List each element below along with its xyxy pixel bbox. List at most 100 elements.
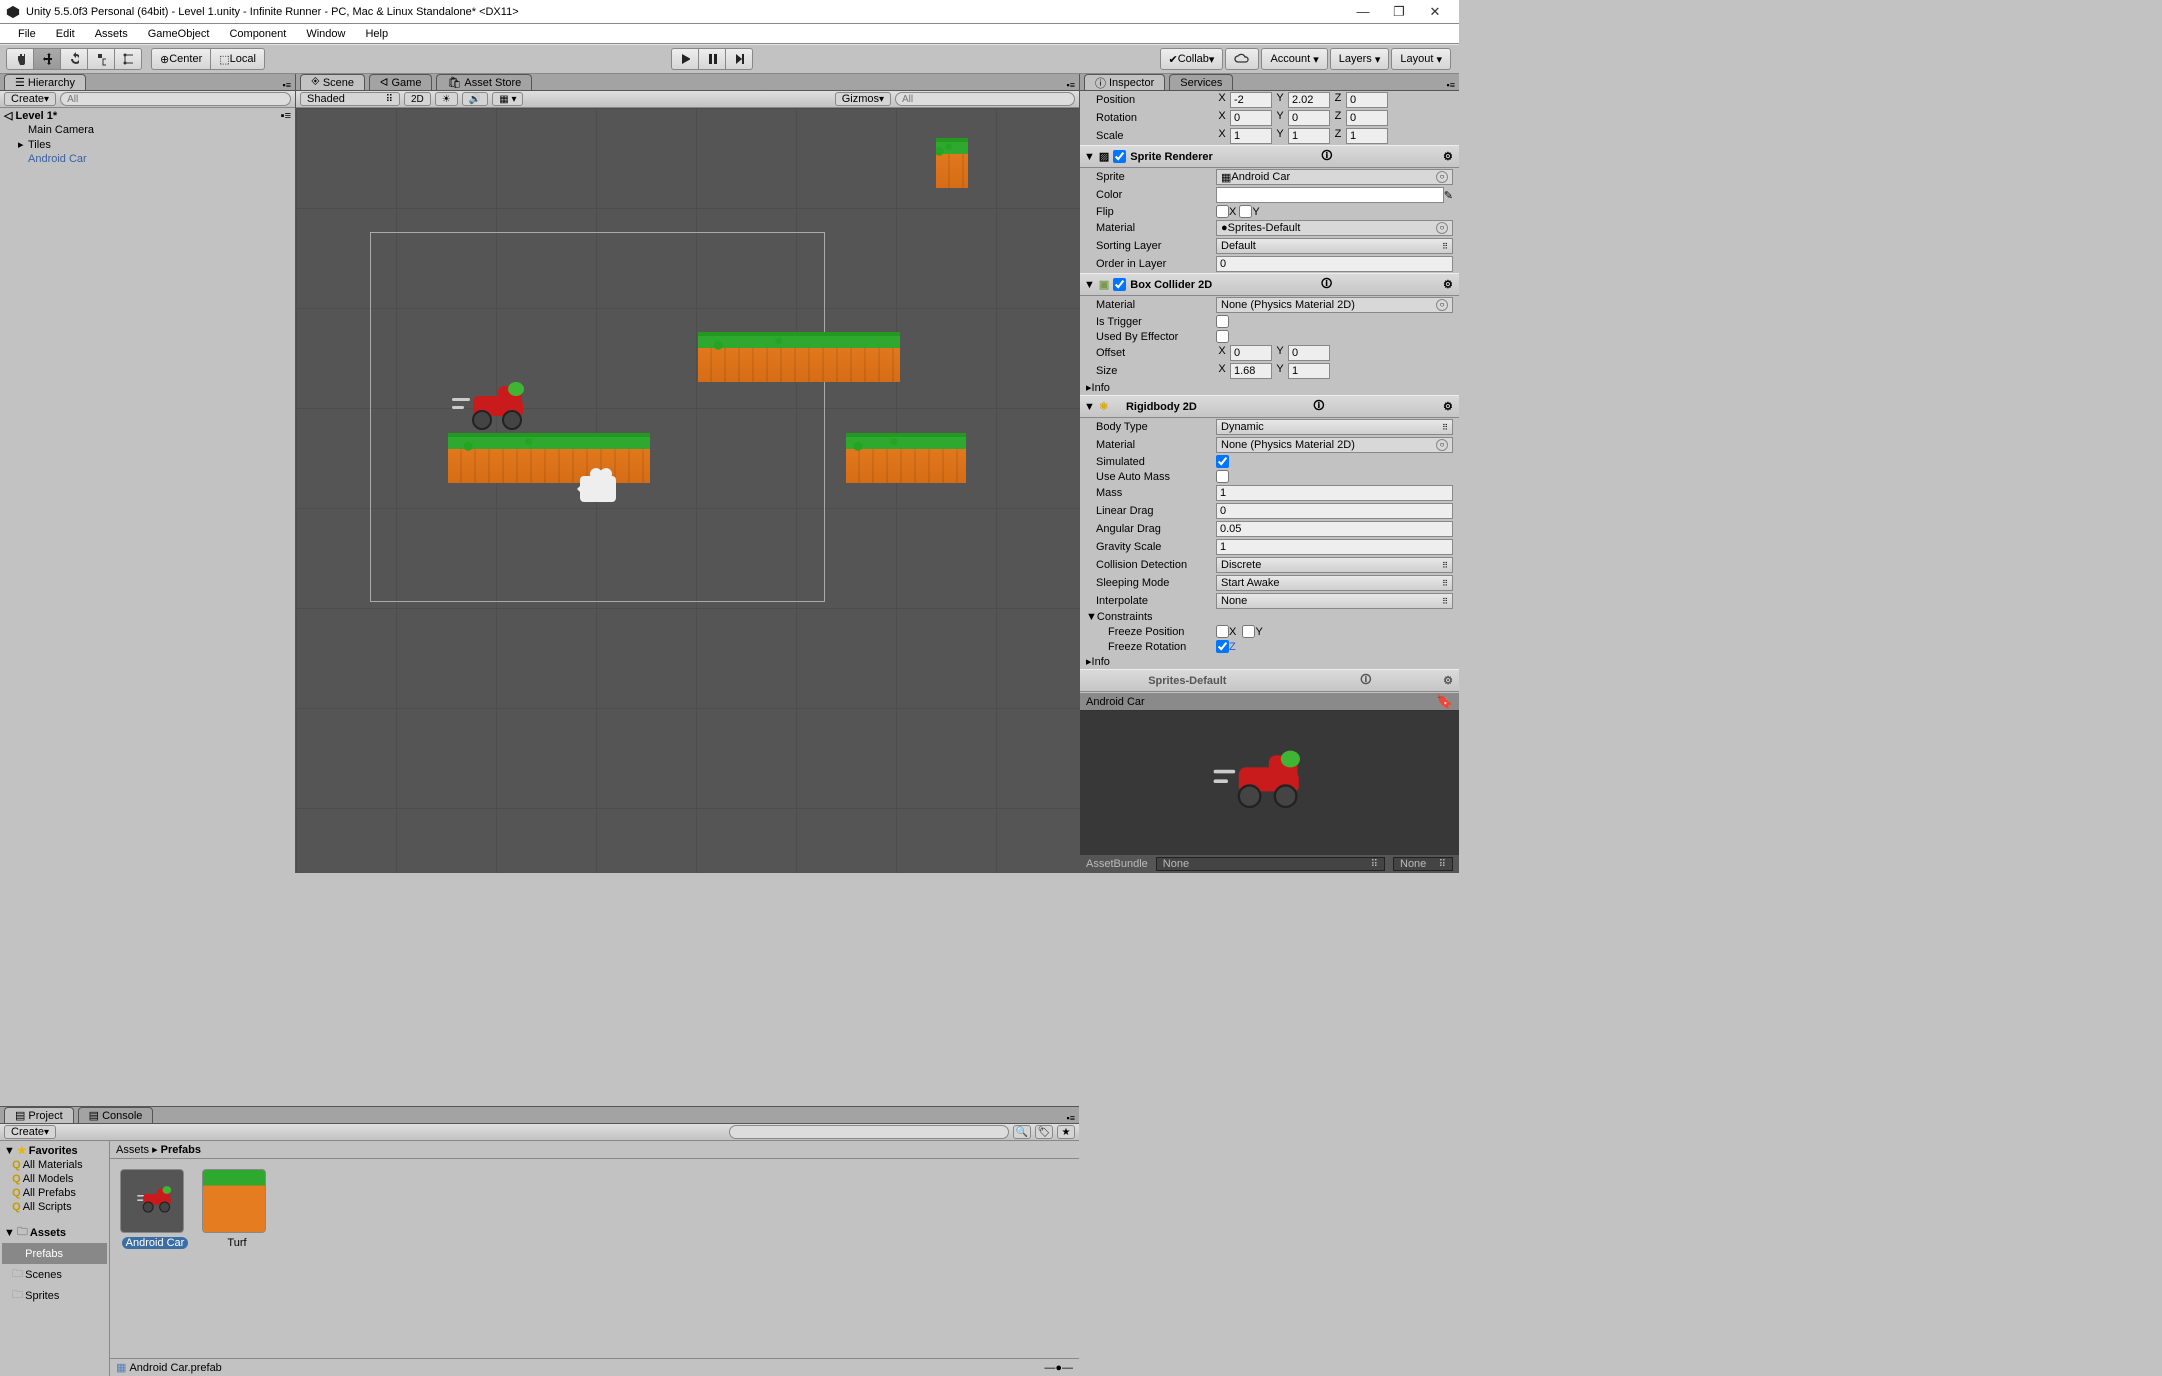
menu-file[interactable]: File — [8, 26, 46, 42]
help-icon[interactable]: 🛈 — [1320, 147, 1334, 166]
gear-icon[interactable]: ⚙ — [1441, 400, 1455, 413]
scale-tool[interactable] — [87, 48, 115, 70]
assetbundle-variant[interactable]: None ⠿ — [1393, 857, 1453, 871]
constraints-foldout[interactable]: ▼ Constraints — [1080, 610, 1459, 624]
object-picker-icon[interactable]: ○ — [1436, 439, 1448, 451]
breadcrumb-folder[interactable]: Prefabs — [161, 1144, 201, 1156]
scene-lighting-toggle[interactable]: ☀ — [435, 92, 458, 106]
hierarchy-item-main-camera[interactable]: Main Camera — [0, 123, 295, 137]
tab-hierarchy[interactable]: ☰ Hierarchy — [4, 74, 86, 90]
box-collider-header[interactable]: ▼ ▣ Box Collider 2D🛈⚙ — [1080, 273, 1459, 296]
tab-asset-store[interactable]: 🛍 Asset Store — [436, 74, 532, 90]
mass-field[interactable] — [1216, 485, 1453, 501]
gravity-scale-field[interactable] — [1216, 539, 1453, 555]
turf-tile[interactable] — [698, 332, 900, 382]
size-x[interactable] — [1230, 363, 1272, 379]
tab-scene[interactable]: 🞚 Scene — [300, 74, 365, 90]
layout-dropdown[interactable]: Layout ▾ — [1391, 48, 1451, 70]
position-z[interactable] — [1346, 92, 1388, 108]
android-car-sprite[interactable] — [458, 386, 540, 432]
sorting-layer-dropdown[interactable]: Default — [1216, 238, 1453, 254]
pivot-local[interactable]: ⬚ Local — [210, 48, 265, 70]
folder-prefabs[interactable]: 🗀 Prefabs — [2, 1243, 107, 1264]
menu-assets[interactable]: Assets — [85, 26, 138, 42]
folder-scenes[interactable]: 🗀 Scenes — [2, 1264, 107, 1285]
scene-gizmos-dropdown[interactable]: Gizmos ▾ — [835, 92, 891, 106]
flip-x[interactable] — [1216, 205, 1229, 218]
object-picker-icon[interactable]: ○ — [1436, 299, 1448, 311]
collision-det-dropdown[interactable]: Discrete — [1216, 557, 1453, 573]
assets-header[interactable]: ▼🗀 Assets — [2, 1222, 107, 1243]
preview-header[interactable]: Android Car🔖 — [1080, 693, 1459, 711]
sr-material-field[interactable]: ● Sprites-Default○ — [1216, 220, 1453, 236]
scene-fx-dropdown[interactable]: ▦ ▾ — [492, 92, 523, 106]
turf-tile[interactable] — [936, 138, 968, 188]
project-breadcrumb[interactable]: Assets ▸ Prefabs — [110, 1141, 1079, 1159]
eyedropper-icon[interactable]: ✎ — [1444, 189, 1453, 202]
menu-component[interactable]: Component — [219, 26, 296, 42]
offset-x[interactable] — [1230, 345, 1272, 361]
bc-material-field[interactable]: None (Physics Material 2D)○ — [1216, 297, 1453, 313]
position-x[interactable] — [1230, 92, 1272, 108]
rotation-z[interactable] — [1346, 110, 1388, 126]
scene-audio-toggle[interactable]: 🔊 — [462, 92, 488, 106]
camera-gizmo-icon[interactable] — [580, 476, 616, 502]
menu-gameobject[interactable]: GameObject — [138, 26, 220, 42]
tag-icon[interactable]: 🔖 — [1436, 693, 1453, 710]
fav-all-materials[interactable]: Q All Materials — [2, 1158, 107, 1172]
panel-menu-icon[interactable]: ▪≡ — [1447, 80, 1455, 90]
hierarchy-search[interactable] — [60, 92, 291, 106]
object-picker-icon[interactable]: ○ — [1436, 222, 1448, 234]
tab-project[interactable]: ▤ Project — [4, 1107, 74, 1123]
rect-tool[interactable] — [114, 48, 142, 70]
freeze-rot-z[interactable] — [1216, 640, 1229, 653]
scene-search[interactable] — [895, 92, 1075, 106]
used-by-effector[interactable] — [1216, 330, 1229, 343]
gear-icon[interactable]: ⚙ — [1441, 674, 1455, 687]
scene-2d-toggle[interactable]: 2D — [404, 92, 431, 106]
minimize-button[interactable]: — — [1345, 4, 1381, 19]
menu-help[interactable]: Help — [355, 26, 398, 42]
breadcrumb-root[interactable]: Assets — [116, 1144, 149, 1156]
fav-all-scripts[interactable]: Q All Scripts — [2, 1200, 107, 1214]
hierarchy-item-tiles[interactable]: ▸Tiles — [0, 137, 295, 152]
rotation-x[interactable] — [1230, 110, 1272, 126]
panel-menu-icon[interactable]: ▪≡ — [1067, 1113, 1075, 1123]
rb-info-foldout[interactable]: ▸ Info — [1080, 654, 1459, 669]
scale-x[interactable] — [1230, 128, 1272, 144]
rb-material-field[interactable]: None (Physics Material 2D)○ — [1216, 437, 1453, 453]
expand-toggle-icon[interactable]: ▸ — [18, 138, 28, 151]
order-field[interactable] — [1216, 256, 1453, 272]
tab-inspector[interactable]: ⓘ Inspector — [1084, 74, 1165, 90]
turf-tile[interactable] — [448, 433, 650, 483]
fav-all-prefabs[interactable]: Q All Prefabs — [2, 1186, 107, 1200]
help-icon[interactable]: 🛈 — [1312, 397, 1326, 416]
maximize-button[interactable]: ❐ — [1381, 4, 1417, 20]
sprite-field[interactable]: ▦ Android Car○ — [1216, 169, 1453, 185]
help-icon[interactable]: 🛈 — [1320, 275, 1334, 294]
move-tool[interactable] — [33, 48, 61, 70]
search-by-label-icon[interactable]: 🏷 — [1035, 1125, 1053, 1139]
interpolate-dropdown[interactable]: None — [1216, 593, 1453, 609]
step-button[interactable] — [725, 48, 753, 70]
object-picker-icon[interactable]: ○ — [1436, 171, 1448, 183]
rigidbody-header[interactable]: ▼ ⚛ Rigidbody 2D🛈⚙ — [1080, 395, 1459, 418]
turf-tile[interactable] — [846, 433, 966, 483]
size-y[interactable] — [1288, 363, 1330, 379]
scale-y[interactable] — [1288, 128, 1330, 144]
box-collider-enabled[interactable] — [1113, 278, 1126, 291]
collab-dropdown[interactable]: ✔ Collab ▾ — [1160, 48, 1224, 70]
simulated-checkbox[interactable] — [1216, 455, 1229, 468]
project-search[interactable] — [729, 1125, 1009, 1139]
tab-console[interactable]: ▤ Console — [78, 1107, 154, 1123]
play-button[interactable] — [671, 48, 699, 70]
hierarchy-scene-root[interactable]: ◁ Level 1*▪≡ — [0, 108, 295, 123]
bc-info-foldout[interactable]: ▸ Info — [1080, 380, 1459, 395]
account-dropdown[interactable]: Account ▾ — [1261, 48, 1327, 70]
scale-z[interactable] — [1346, 128, 1388, 144]
save-search-icon[interactable]: ★ — [1057, 1125, 1075, 1139]
tab-services[interactable]: Services — [1169, 74, 1233, 90]
menu-edit[interactable]: Edit — [46, 26, 85, 42]
pivot-center[interactable]: ⊕ Center — [151, 48, 211, 70]
asset-turf[interactable]: Turf — [202, 1169, 272, 1249]
